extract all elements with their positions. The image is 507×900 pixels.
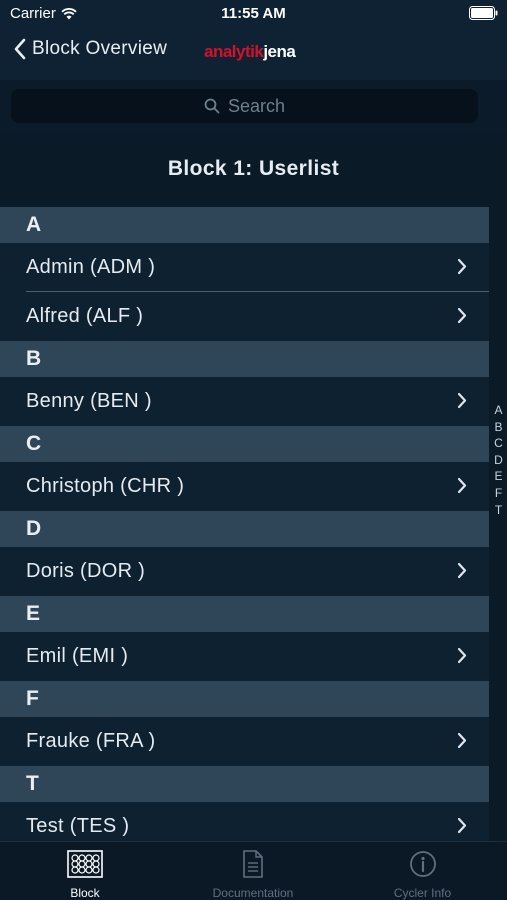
section-index-c[interactable]: C <box>490 435 507 452</box>
section-header-t: T <box>0 766 489 802</box>
section-header-e: E <box>0 596 489 632</box>
section-index-d[interactable]: D <box>490 452 507 469</box>
section-header-b: B <box>0 341 489 377</box>
tab-bar: Block Documentation Cycler Info <box>0 841 507 900</box>
list-item-label: Doris (DOR ) <box>26 560 146 582</box>
list-item[interactable]: Alfred (ALF ) <box>0 292 489 341</box>
search-input[interactable]: Search <box>11 89 478 123</box>
tab-block-label: Block <box>70 886 100 900</box>
chevron-right-icon <box>457 477 467 494</box>
chevron-right-icon <box>457 307 467 324</box>
status-time: 11:55 AM <box>221 5 286 22</box>
back-button[interactable]: Block Overview <box>14 38 167 60</box>
tab-cycler-info-label: Cycler Info <box>393 886 452 900</box>
list-item[interactable]: Christoph (CHR ) <box>0 462 489 511</box>
list-item-label: Christoph (CHR ) <box>26 475 185 497</box>
search-placeholder: Search <box>227 95 286 116</box>
search-bar: Search <box>0 80 507 132</box>
list-item[interactable]: Admin (ADM ) <box>0 243 489 292</box>
chevron-right-icon <box>457 817 467 834</box>
brand-logo: analytikjena <box>204 42 296 62</box>
page-title: Block 1: Userlist <box>167 157 340 180</box>
list-item-label: Admin (ADM ) <box>26 256 156 278</box>
list-item-label: Frauke (FRA ) <box>26 730 156 752</box>
status-bar: Carrier 11:55 AM <box>0 0 507 28</box>
info-icon <box>409 851 436 877</box>
list-item[interactable]: Benny (BEN ) <box>0 377 489 426</box>
chevron-right-icon <box>457 258 467 275</box>
chevron-right-icon <box>457 732 467 749</box>
user-list: A Admin (ADM ) Alfred (ALF ) B Benny (BE… <box>0 207 489 851</box>
back-button-label: Block Overview <box>32 38 168 59</box>
section-index-e[interactable]: E <box>490 468 507 485</box>
chevron-right-icon <box>457 392 467 409</box>
nav-bar: Block Overview analytikjena <box>0 28 507 80</box>
section-index-b[interactable]: B <box>490 419 507 436</box>
grid-icon <box>67 850 103 878</box>
chevron-left-icon <box>14 38 26 60</box>
list-item[interactable]: Doris (DOR ) <box>0 547 489 596</box>
brand-logo-part2: jena <box>263 42 296 61</box>
chevron-right-icon <box>457 647 467 664</box>
section-header-f: F <box>0 681 489 717</box>
tab-cycler-info[interactable]: Cycler Info <box>375 842 470 900</box>
chevron-right-icon <box>457 562 467 579</box>
search-icon <box>204 98 220 114</box>
document-icon <box>243 850 263 878</box>
section-index-t[interactable]: T <box>490 502 507 519</box>
brand-logo-part1: analytik <box>204 42 264 61</box>
tab-documentation-label: Documentation <box>212 886 294 900</box>
section-header-d: D <box>0 511 489 547</box>
battery-icon <box>469 6 498 20</box>
list-item[interactable]: Frauke (FRA ) <box>0 717 489 766</box>
tab-documentation[interactable]: Documentation <box>198 842 308 900</box>
section-index-a[interactable]: A <box>490 402 507 419</box>
section-header-a: A <box>0 207 489 243</box>
list-item-label: Emil (EMI ) <box>26 645 129 667</box>
list-item[interactable]: Emil (EMI ) <box>0 632 489 681</box>
section-index-f[interactable]: F <box>490 485 507 502</box>
tab-block[interactable]: Block <box>40 842 130 900</box>
section-index: A B C D E F T <box>490 402 507 518</box>
section-header-c: C <box>0 426 489 462</box>
list-item-label: Benny (BEN ) <box>26 390 152 412</box>
list-item-label: Alfred (ALF ) <box>26 305 144 327</box>
list-item-label: Test (TES ) <box>26 815 130 837</box>
